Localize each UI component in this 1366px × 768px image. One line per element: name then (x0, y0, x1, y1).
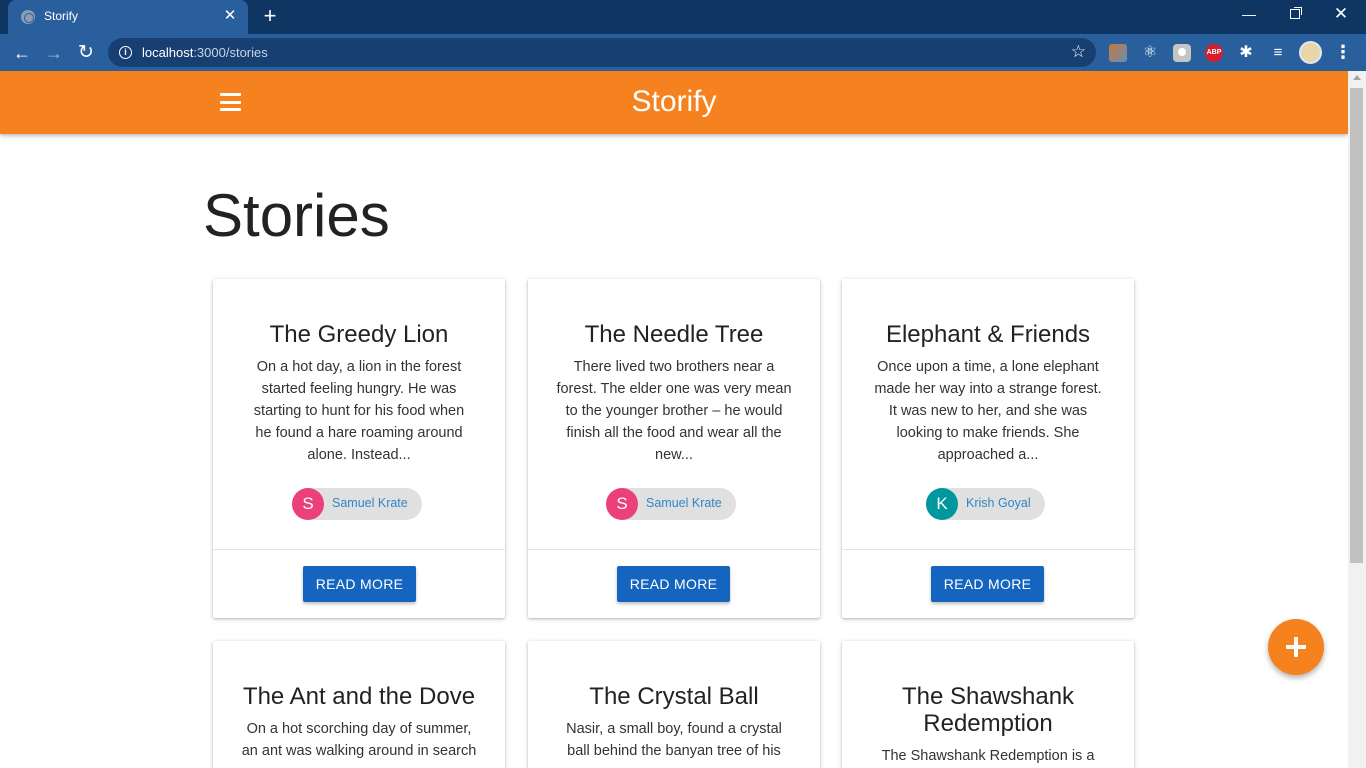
adblock-icon[interactable]: ABP (1205, 44, 1223, 62)
author-chip[interactable]: S Samuel Krate (606, 488, 736, 520)
info-icon[interactable]: i (119, 46, 132, 59)
card-divider (213, 549, 505, 550)
app-title: Storify (631, 85, 717, 118)
page-viewport: Storify Stories The Greedy Lion On a hot… (0, 71, 1348, 768)
media-queue-icon[interactable]: ≡ (1269, 44, 1287, 62)
window-close-button[interactable]: ✕ (1318, 0, 1364, 30)
more-menu-icon[interactable]: ⋮ (1334, 42, 1352, 62)
read-more-button[interactable]: READ MORE (303, 566, 416, 602)
story-title: Elephant & Friends (885, 321, 1091, 348)
author-chip[interactable]: K Krish Goyal (926, 488, 1045, 520)
avatar: S (292, 488, 324, 520)
card-divider (842, 549, 1134, 550)
restore-button[interactable] (1272, 0, 1318, 30)
close-icon[interactable]: ✕ (220, 6, 240, 26)
new-tab-button[interactable]: + (258, 5, 282, 29)
scroll-up-arrow[interactable] (1353, 75, 1361, 80)
tab-title: Storify (44, 9, 79, 23)
story-title: The Crystal Ball (589, 683, 759, 710)
story-title: The Shawshank Redemption (901, 683, 1075, 737)
author-chip[interactable]: S Samuel Krate (292, 488, 422, 520)
story-excerpt: Once upon a time, a lone elephant made he… (874, 359, 1102, 463)
story-card: The Greedy Lion On a hot day, a lion in … (213, 279, 505, 618)
story-title: The Ant and the Dove (242, 683, 476, 710)
story-excerpt: The Shawshank Redemption is a (881, 748, 1095, 764)
profile-avatar[interactable] (1299, 41, 1322, 64)
author-name: Krish Goyal (966, 496, 1031, 510)
browser-toolbar: ← → ↻ i localhost:3000/stories ☆ ⚛ ABP ✱… (0, 34, 1366, 71)
read-more-button[interactable]: READ MORE (931, 566, 1044, 602)
story-title: The Greedy Lion (269, 321, 449, 348)
page-title: Stories (203, 182, 390, 249)
extension-icon[interactable] (1109, 44, 1127, 62)
story-card: The Shawshank Redemption The Shawshank Re… (842, 641, 1134, 768)
react-devtools-icon[interactable]: ⚛ (1141, 44, 1159, 62)
author-name: Samuel Krate (646, 496, 722, 510)
story-card: The Crystal Ball Nasir, a small boy, fou… (528, 641, 820, 768)
extensions-puzzle-icon[interactable]: ✱ (1237, 44, 1255, 62)
avatar: K (926, 488, 958, 520)
globe-icon (21, 10, 35, 24)
story-excerpt: On a hot scorching day of summer, an ant … (241, 721, 477, 759)
scrollbar[interactable] (1348, 71, 1366, 768)
read-more-button[interactable]: READ MORE (617, 566, 730, 602)
url-text[interactable]: localhost:3000/stories (142, 45, 268, 60)
scrollbar-thumb[interactable] (1350, 88, 1363, 563)
forward-arrow-icon[interactable]: → (41, 40, 67, 66)
author-name: Samuel Krate (332, 496, 408, 510)
browser-tab-strip: Storify ✕ + — ✕ (0, 0, 1366, 34)
story-excerpt: There lived two brothers near a forest. T… (556, 359, 792, 463)
card-divider (528, 549, 820, 550)
back-arrow-icon[interactable]: ← (9, 40, 35, 66)
bookmark-star-icon[interactable]: ☆ (1071, 42, 1086, 62)
story-card: The Needle Tree There lived two brothers… (528, 279, 820, 618)
story-excerpt: On a hot day, a lion in the forest starte… (253, 359, 465, 463)
reload-icon[interactable]: ↻ (73, 40, 99, 66)
extension-icon[interactable] (1173, 44, 1191, 62)
story-card: The Ant and the Dove On a hot scorching … (213, 641, 505, 768)
browser-tab[interactable]: Storify ✕ (8, 0, 248, 34)
add-story-button[interactable] (1268, 619, 1324, 675)
story-title: The Needle Tree (584, 321, 764, 348)
app-bar: Storify (0, 71, 1348, 134)
avatar: S (606, 488, 638, 520)
story-excerpt: Nasir, a small boy, found a crystal ball … (566, 721, 782, 759)
story-card: Elephant & Friends Once upon a time, a l… (842, 279, 1134, 618)
address-bar[interactable]: i localhost:3000/stories ☆ (108, 38, 1096, 67)
minimize-button[interactable]: — (1226, 0, 1272, 30)
